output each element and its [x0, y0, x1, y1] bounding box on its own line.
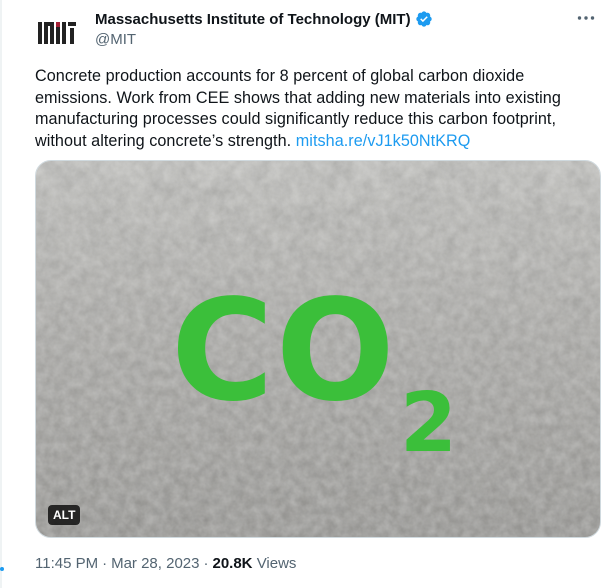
tweet-text: Concrete production accounts for 8 perce…: [35, 66, 605, 152]
tweet-time[interactable]: 11:45 PM: [35, 555, 98, 572]
concrete-co2-image: CO 2: [36, 161, 600, 537]
verified-badge-icon[interactable]: [415, 10, 433, 28]
meta-separator: ·: [102, 555, 108, 572]
avatar[interactable]: [37, 13, 77, 53]
more-options-button[interactable]: [571, 8, 601, 28]
name-row: Massachusetts Institute of Technology (M…: [95, 9, 573, 29]
tweet-meta: 11:45 PM · Mar 28, 2023 · 20.8K Views: [35, 555, 296, 572]
tweet-media[interactable]: CO 2 ALT: [35, 160, 601, 538]
mit-logo-icon: [38, 22, 76, 44]
views-count: 20.8K: [212, 555, 253, 572]
thread-indicator: [0, 567, 4, 571]
tweet-card: Massachusetts Institute of Technology (M…: [0, 0, 613, 588]
views-label: Views: [256, 555, 297, 572]
account-handle[interactable]: @MIT: [95, 31, 573, 48]
more-horizontal-icon: [577, 16, 595, 20]
meta-separator: ·: [203, 555, 209, 572]
account-name[interactable]: Massachusetts Institute of Technology (M…: [95, 11, 411, 28]
tweet-header: Massachusetts Institute of Technology (M…: [95, 9, 573, 48]
tweet-date[interactable]: Mar 28, 2023: [111, 555, 199, 572]
alt-text-badge[interactable]: ALT: [48, 505, 81, 525]
timeline-edge: [0, 0, 2, 588]
tweet-link[interactable]: mitsha.re/vJ1k50NtKRQ: [296, 132, 471, 150]
